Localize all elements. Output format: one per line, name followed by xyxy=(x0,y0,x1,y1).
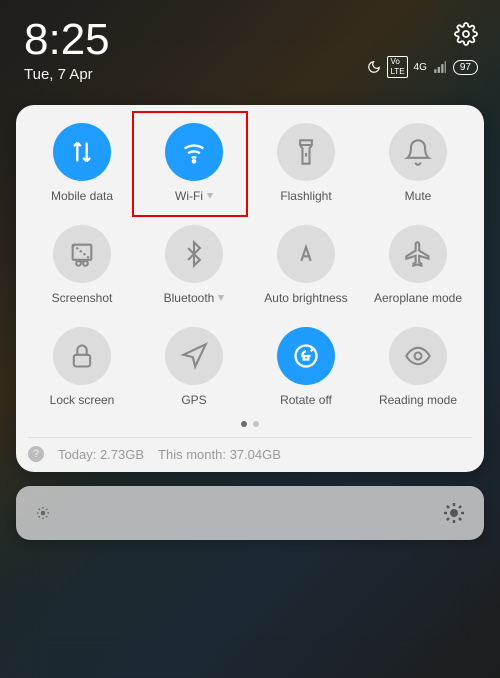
wifi-icon xyxy=(180,138,208,166)
wifi-toggle[interactable]: Wi-Fi xyxy=(140,123,248,203)
chevron-icon xyxy=(218,295,224,301)
volte-badge: VoLTE xyxy=(387,56,407,78)
page-indicator xyxy=(28,421,472,427)
auto-brightness-toggle[interactable]: Auto brightness xyxy=(252,225,360,305)
screenshot-icon xyxy=(68,240,96,268)
navigation-icon xyxy=(180,342,208,370)
dnd-moon-icon xyxy=(367,60,381,74)
airplane-icon xyxy=(404,240,432,268)
bell-icon xyxy=(404,138,432,166)
auto-brightness-icon xyxy=(292,240,320,268)
brightness-low-icon xyxy=(34,504,52,522)
network-type: 4G xyxy=(414,62,427,73)
status-indicators: VoLTE 4G 97 xyxy=(367,56,478,78)
quick-settings-panel: Mobile data Wi-Fi Flashlight Mute Screen… xyxy=(16,105,484,472)
aeroplane-mode-toggle[interactable]: Aeroplane mode xyxy=(364,225,472,305)
reading-mode-toggle[interactable]: Reading mode xyxy=(364,327,472,407)
data-usage-row[interactable]: ? Today: 2.73GB This month: 37.04GB xyxy=(28,437,472,462)
lock-icon xyxy=(68,342,96,370)
brightness-slider[interactable] xyxy=(16,486,484,540)
gps-toggle[interactable]: GPS xyxy=(140,327,248,407)
info-icon: ? xyxy=(28,446,44,462)
signal-icon xyxy=(433,60,447,74)
chevron-icon xyxy=(207,193,213,199)
eye-icon xyxy=(404,342,432,370)
status-bar: 8:25 Tue, 7 Apr VoLTE 4G 97 xyxy=(0,0,500,91)
flashlight-toggle[interactable]: Flashlight xyxy=(252,123,360,203)
mobile-data-icon xyxy=(68,138,96,166)
mobile-data-toggle[interactable]: Mobile data xyxy=(28,123,136,203)
screenshot-button[interactable]: Screenshot xyxy=(28,225,136,305)
rotate-toggle[interactable]: Rotate off xyxy=(252,327,360,407)
mute-toggle[interactable]: Mute xyxy=(364,123,472,203)
battery-indicator: 97 xyxy=(453,60,478,75)
rotation-lock-icon xyxy=(292,342,320,370)
bluetooth-icon xyxy=(180,240,208,268)
brightness-high-icon xyxy=(442,501,466,525)
lock-screen-button[interactable]: Lock screen xyxy=(28,327,136,407)
flashlight-icon xyxy=(292,138,320,166)
bluetooth-toggle[interactable]: Bluetooth xyxy=(140,225,248,305)
settings-button[interactable] xyxy=(454,22,478,46)
gear-icon xyxy=(454,22,478,46)
